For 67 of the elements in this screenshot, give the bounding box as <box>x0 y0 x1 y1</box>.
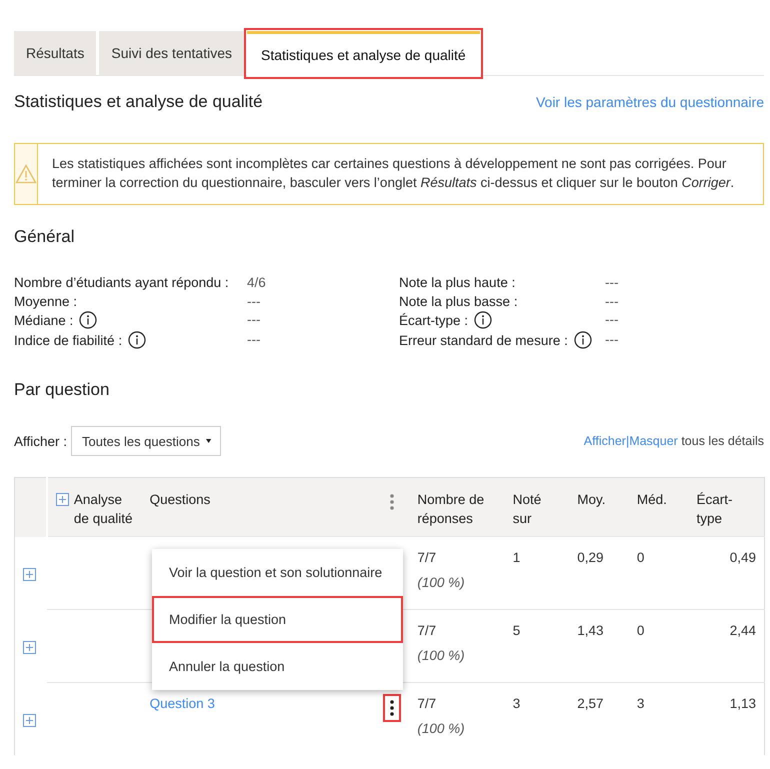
table-cell-text: (100 %) <box>417 721 466 736</box>
section-title: Statistiques et analyse de qualité <box>14 92 263 112</box>
info-icon[interactable] <box>474 311 492 329</box>
table-cell: 1,43 <box>577 623 604 638</box>
table-cell-text: (100 %) <box>417 648 466 663</box>
column-header: Méd. <box>636 492 667 507</box>
menu-item[interactable]: Annuler la question <box>152 643 403 690</box>
stat-value: --- <box>605 312 618 327</box>
column-header: Questions <box>150 491 210 509</box>
stat-label: Note la plus haute : <box>399 275 516 290</box>
tab[interactable]: Résultats <box>14 31 96 75</box>
column-header: Noté sur <box>512 492 542 526</box>
table-cell: 1 <box>512 550 520 565</box>
warning-message: Les statistiques affichées sont incomplètes car certaines questions à développement ne sont pas corrigées. Pour terminer la correction du questionnaire, basculer vers l’onglet Résultats ci-dessus et cliquer sur le bouton Corriger. <box>51 155 736 192</box>
table-cell: 7/7 <box>417 623 436 638</box>
info-icon[interactable] <box>128 330 146 348</box>
stat-value: --- <box>247 294 260 308</box>
stat-label: Médiane : <box>14 313 74 328</box>
info-icon[interactable] <box>79 311 98 329</box>
tab[interactable]: Suivi des tentatives <box>99 31 244 75</box>
expand-icon[interactable] <box>23 568 36 581</box>
section-heading: Par question <box>14 380 110 400</box>
stat-label: Écart-type : <box>399 313 468 328</box>
dropdown-caret-icon <box>206 438 212 444</box>
column-header: Écart-type <box>696 492 733 526</box>
column-header: Nombre de réponses <box>417 492 484 526</box>
table-cell: 2,57 <box>577 696 604 711</box>
stat-label: Moyenne : <box>14 294 78 308</box>
column-header: Moy. <box>577 492 606 507</box>
stat-value: --- <box>605 294 618 308</box>
table-cell: 3 <box>636 696 644 711</box>
table-cell: 0 <box>636 623 644 638</box>
details-text: tous les détails <box>681 434 764 448</box>
table-cell: 7/7 <box>417 696 436 711</box>
stat-value: 4/6 <box>247 275 266 290</box>
question-filter-dropdown[interactable]: Toutes les questions <box>71 426 222 456</box>
table-cell: 0,49 <box>730 550 756 565</box>
table-cell: 5 <box>512 623 520 638</box>
warning-icon <box>15 164 38 184</box>
more-options-icon[interactable] <box>390 700 394 716</box>
info-icon[interactable] <box>574 330 592 348</box>
expand-icon[interactable] <box>23 641 36 654</box>
stat-value: --- <box>247 332 260 346</box>
table-cell: 3 <box>512 696 520 711</box>
stat-label: Note la plus basse : <box>399 294 518 308</box>
stat-label: Nombre d’étudiants ayant répondu : <box>14 275 229 290</box>
table-cell: 2,44 <box>730 623 756 638</box>
filter-label: Afficher : <box>14 434 68 448</box>
section-heading: Général <box>14 227 76 247</box>
table-cell-text: (100 %) <box>417 575 466 590</box>
stat-label: Indice de fiabilité : <box>14 332 122 348</box>
expand-icon[interactable] <box>56 493 69 506</box>
table-cell: 7/7 <box>417 550 436 565</box>
stat-label: Erreur standard de mesure : <box>399 332 568 348</box>
stat-value: --- <box>605 275 618 290</box>
expand-icon[interactable] <box>23 714 36 727</box>
menu-item[interactable]: Modifier la question <box>152 596 403 643</box>
row-options-button[interactable] <box>383 694 402 722</box>
table-cell: 0,29 <box>577 550 604 565</box>
table-cell: 1,13 <box>730 696 756 711</box>
tab[interactable]: Statistiques et analyse de qualité <box>246 31 480 76</box>
stat-value: --- <box>247 312 260 327</box>
column-header: Analyse de qualité <box>74 491 134 528</box>
link-separator: | <box>626 434 630 448</box>
table-cell: 0 <box>636 550 644 565</box>
stat-value: --- <box>605 332 618 346</box>
menu-item[interactable]: Voir la question et son solutionnaire <box>152 549 403 596</box>
